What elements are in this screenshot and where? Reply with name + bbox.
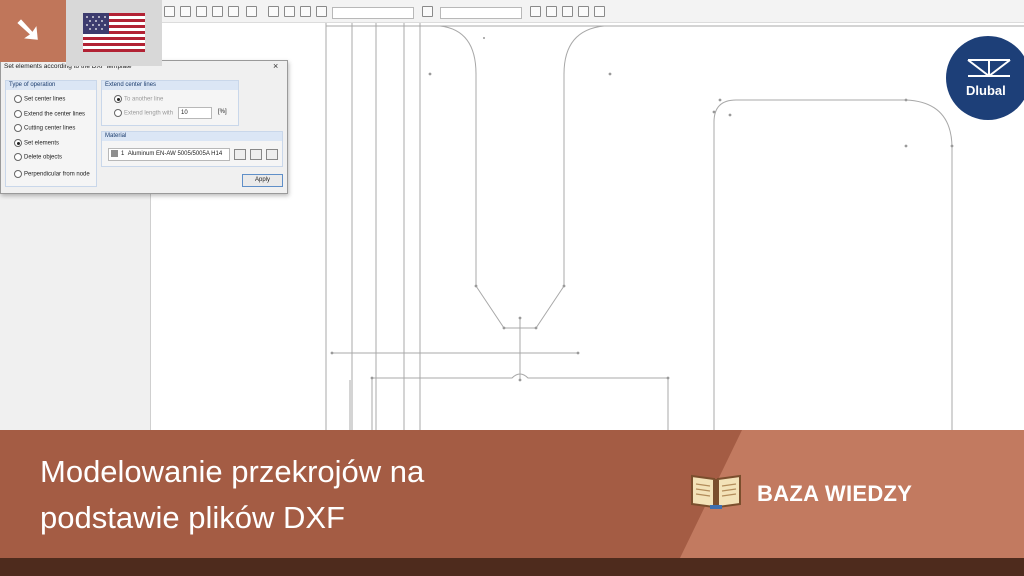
material-select[interactable]: 1 Aluminum EN-AW 5005/5005A H14 — [108, 148, 230, 161]
cad-workspace[interactable]: Set elements according to the DXF templa… — [0, 0, 1024, 430]
material-new-icon[interactable] — [250, 149, 262, 160]
radio-icon[interactable] — [14, 139, 22, 147]
toolbar-tool-icon[interactable] — [164, 6, 175, 17]
toolbar-tool-icon[interactable] — [180, 6, 191, 17]
extend-length-unit: [%] — [218, 109, 227, 115]
radio-icon[interactable] — [14, 153, 22, 161]
radio-to-another-line[interactable]: To another line — [114, 95, 163, 104]
radio-delete-objects[interactable]: Delete objects — [14, 153, 62, 162]
cad-toolbar — [150, 0, 1024, 23]
radio-extend-length[interactable]: Extend length with — [114, 109, 173, 118]
material-library-icon[interactable] — [234, 149, 246, 160]
radio-extend-center-lines[interactable]: Extend the center lines — [14, 110, 85, 119]
dxf-template-dialog: Set elements according to the DXF templa… — [0, 60, 288, 194]
toolbar-dropdown[interactable] — [440, 7, 522, 19]
group-heading: Extend center lines — [102, 81, 238, 90]
radio-set-elements[interactable]: Set elements — [14, 139, 59, 148]
radio-perpendicular-from-node[interactable]: Perpendicular from node — [14, 170, 90, 179]
group-heading: Material — [102, 132, 282, 141]
bridge-logo-icon — [967, 59, 1011, 77]
toolbar-tool-icon[interactable] — [546, 6, 557, 17]
toolbar-tool-icon[interactable] — [196, 6, 207, 17]
toolbar-tool-icon[interactable] — [268, 6, 279, 17]
toolbar-tool-icon[interactable] — [212, 6, 223, 17]
apply-button[interactable]: Apply — [242, 174, 283, 187]
arrow-down-right-icon: ➘ — [14, 11, 43, 49]
page-title-line1: Modelowanie przekrojów na — [40, 454, 425, 489]
toolbar-tool-icon[interactable] — [422, 6, 433, 17]
toolbar-tool-icon[interactable] — [530, 6, 541, 17]
toolbar-dropdown[interactable] — [332, 7, 414, 19]
toolbar-tool-icon[interactable] — [300, 6, 311, 17]
open-book-icon — [691, 474, 741, 509]
toolbar-tool-icon[interactable] — [562, 6, 573, 17]
group-heading: Type of operation — [6, 81, 96, 90]
close-icon[interactable]: × — [273, 61, 278, 71]
radio-icon[interactable] — [14, 110, 22, 118]
toolbar-tool-icon[interactable] — [316, 6, 327, 17]
material-name: Aluminum EN-AW 5005/5005A H14 — [127, 151, 223, 157]
us-flag-icon[interactable] — [83, 13, 145, 52]
toolbar-tool-icon[interactable] — [228, 6, 239, 17]
material-number: 1 — [121, 151, 125, 157]
type-of-operation-group: Type of operation Set center lines Exten… — [5, 80, 97, 187]
material-color-swatch — [111, 149, 118, 157]
logo-text: Dlubal — [966, 83, 1006, 98]
radio-icon[interactable] — [114, 109, 122, 117]
knowledge-base-label[interactable]: BAZA WIEDZY — [757, 481, 912, 507]
radio-set-center-lines[interactable]: Set center lines — [14, 95, 65, 104]
radio-icon[interactable] — [114, 95, 122, 103]
toolbar-tool-icon[interactable] — [578, 6, 589, 17]
radio-icon[interactable] — [14, 124, 22, 132]
extend-center-lines-group: Extend center lines To another line Exte… — [101, 80, 239, 126]
material-edit-icon[interactable] — [266, 149, 278, 160]
bottom-strip — [0, 558, 1024, 576]
toolbar-tool-icon[interactable] — [594, 6, 605, 17]
radio-icon[interactable] — [14, 170, 22, 178]
material-group: Material 1 Aluminum EN-AW 5005/5005A H14 — [101, 131, 283, 167]
page-title-line2: podstawie plików DXF — [40, 500, 345, 535]
radio-cutting-center-lines[interactable]: Cutting center lines — [14, 124, 75, 133]
extend-length-field[interactable]: 10 — [178, 107, 212, 119]
toolbar-tool-icon[interactable] — [246, 6, 257, 17]
radio-icon[interactable] — [14, 95, 22, 103]
toolbar-tool-icon[interactable] — [284, 6, 295, 17]
